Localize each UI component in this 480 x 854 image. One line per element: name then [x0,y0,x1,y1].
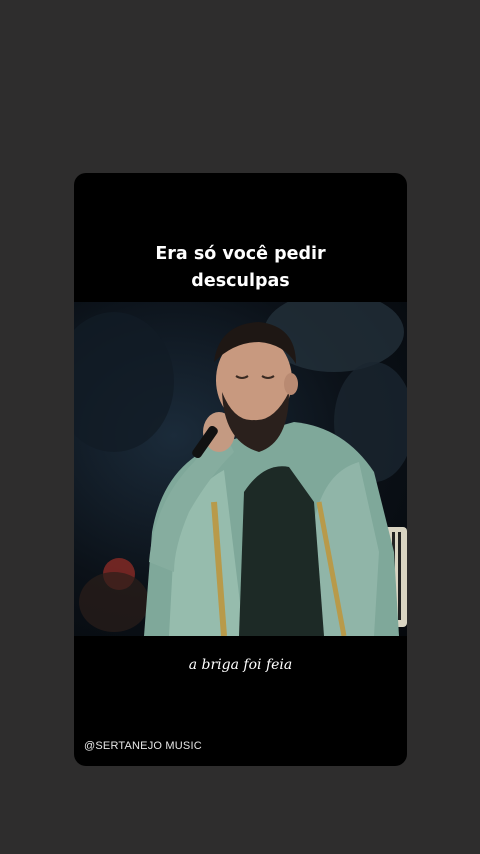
lyric-caption-bottom: a briga foi feia [188,657,293,673]
lyric-caption-line-1: Era só você pedir [155,244,326,264]
lyric-caption-top: Era só você pedir desculpas [74,241,407,295]
lyric-caption-line-2: desculpas [191,271,290,291]
story-screen: Era só você pedir desculpas a briga foi … [0,0,480,854]
story-card[interactable]: Era só você pedir desculpas a briga foi … [74,173,407,766]
watermark-handle: @SERTANEJO MUSIC [84,740,202,752]
video-frame[interactable] [74,302,407,636]
singer-performance-image [74,302,407,636]
